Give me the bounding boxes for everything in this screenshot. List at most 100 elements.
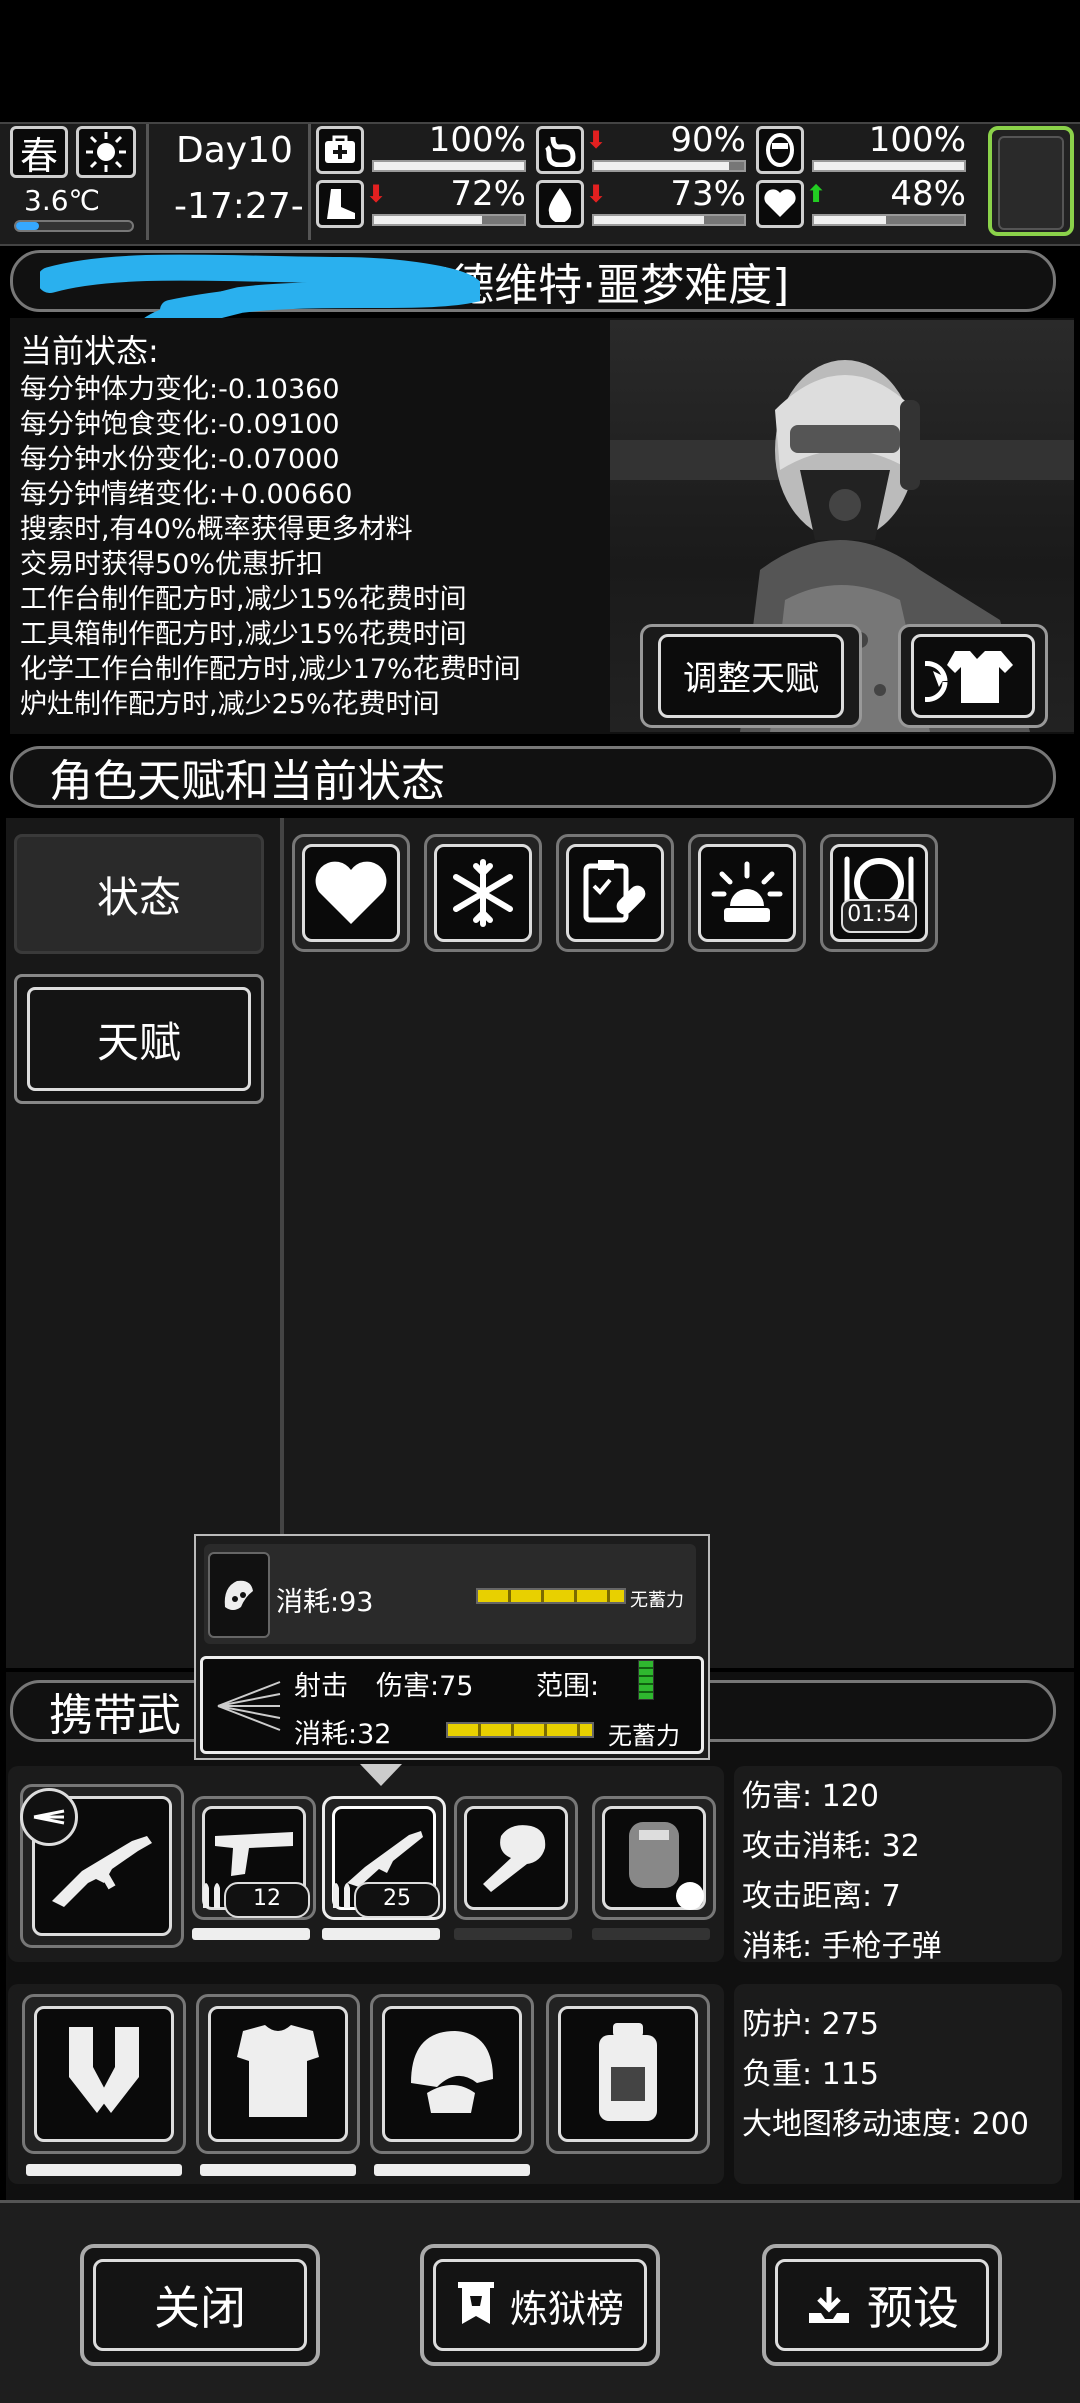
durability-bar [200,2164,356,2176]
heart-icon [756,180,804,228]
status-heading: 当前状态: [20,332,159,370]
change-outfit-button[interactable] [898,624,1048,728]
ranking-button[interactable]: 炼狱榜 [420,2244,660,2366]
status-effect-line: 工作台制作配方时,减少15%花费时间 [20,584,467,615]
status-effect-line: 交易时获得50%优惠折扣 [20,549,324,580]
tooltip-row2-charge: 无蓄力 [608,1722,680,1750]
weapon-stats-panel: 伤害: 120 攻击消耗: 32 攻击距离: 7 消耗: 手枪子弹 [734,1766,1062,1964]
durability-bar [454,1928,572,1940]
talent-section-header: 角色天赋和当前状态 [10,746,1056,808]
fist-icon [471,1816,561,1900]
status-effect-line: 工具箱制作配方时,减少15%花费时间 [20,619,467,650]
tooltip-row1-cost: 消耗:93 [276,1587,374,1618]
armor-stat: 负重: 115 [742,2057,879,2092]
helmet-icon [397,2017,507,2131]
snowflake-icon [452,858,513,927]
tab-talent[interactable]: 天赋 [14,974,264,1104]
adjust-talent-label: 调整天赋 [683,659,819,700]
season-label: 春 [19,133,58,178]
talent-section-title: 角色天赋和当前状态 [49,756,445,807]
tooltip-row2-damage: 伤害:75 [376,1671,474,1702]
tooltip-pointer [360,1764,402,1786]
status-effect-heart[interactable] [292,834,410,952]
status-effect-line: 炉灶制作配方时,减少25%花费时间 [20,689,440,720]
status-effect-alarm[interactable] [688,834,806,952]
durability-bar [192,1928,310,1940]
medicine-icon [583,859,646,923]
weather-sun-icon [76,126,136,178]
durability-bar [322,1928,440,1940]
stat-value: 48% [890,174,966,214]
bullet-icon [200,1876,224,1910]
armor-stats-panel: 防护: 275 负重: 115 大地图移动速度: 200 [734,1984,1062,2184]
alarm-icon [711,861,783,922]
kick-attack-icon [208,1552,270,1638]
heart-icon [315,861,387,924]
durability-bar [26,2164,182,2176]
effects-list: 每分钟体力变化:-0.10360 每分钟饱食变化:-0.09100 每分钟水份变化:… [20,372,620,722]
armor-slot[interactable] [546,1994,710,2154]
armor-stat: 防护: 275 [742,2007,879,2042]
stat-value: 73% [670,174,746,214]
shield-badge-icon [676,1882,704,1910]
status-effect-cold[interactable] [424,834,542,952]
armor-stat: 大地图移动速度: 200 [742,2107,1029,2142]
durability-bar [374,2164,530,2176]
weapon-stat: 伤害: 120 [742,1779,879,1814]
status-effect-line: 搜索时,有40%概率获得更多材料 [20,514,413,545]
weapon-stat: 攻击消耗: 32 [742,1829,920,1864]
divider [146,124,149,240]
stat-bar [812,160,966,172]
tooltip-row1-charge: 无蓄力 [630,1590,684,1611]
tab-talent-label: 天赋 [96,1017,181,1067]
stat-value: 100% [868,120,966,160]
preset-button-label: 预设 [867,2281,959,2335]
backpack-icon [573,2017,683,2131]
stat-value: 90% [670,120,746,160]
weapon-stat: 消耗: 手枪子弹 [742,1929,942,1964]
status-effect-medicine[interactable] [556,834,674,952]
banner-icon [457,2282,494,2324]
body-armor-icon [223,2017,333,2131]
stomach-icon [536,126,584,174]
stat-bar [592,160,746,172]
close-button[interactable]: 关闭 [80,2244,320,2366]
status-effect-line: 每分钟水份变化:-0.07000 [20,444,340,475]
minimap-button[interactable] [988,126,1074,236]
range-indicator [638,1660,654,1700]
status-effect-line: 每分钟体力变化:-0.10360 [20,374,340,405]
bullet-icon [330,1876,354,1910]
weapon-stat: 攻击距离: 7 [742,1879,901,1914]
gauntlets-icon [49,2017,159,2131]
tooltip-row2-cost: 消耗:32 [294,1719,392,1750]
durability-bar [592,1928,710,1940]
ranking-button-label: 炼狱榜 [509,2286,624,2331]
water-drop-icon [536,180,584,228]
status-effect-meal[interactable]: 01:54 [820,834,938,952]
shield-icon [756,126,804,174]
divider [308,124,311,240]
adjust-talent-button[interactable]: 调整天赋 [640,624,862,728]
stat-value: 100% [428,120,526,160]
stat-bar [372,214,526,226]
boot-icon [316,180,364,228]
weapons-section-title: 携带武 [49,1690,181,1741]
tab-status[interactable]: 状态 [14,834,264,954]
character-name-title: [德维特·噩梦难度] [433,260,790,311]
close-button-label: 关闭 [154,2281,246,2335]
armor-slot[interactable] [370,1994,534,2154]
meal-timer: 01:54 [840,899,918,934]
status-effect-line: 每分钟情绪变化:+0.00660 [20,479,353,510]
stat-bar [812,214,966,226]
time-label: -17:27- [174,186,304,227]
weapon-slot[interactable] [454,1796,578,1920]
armor-slot[interactable] [196,1994,360,2154]
stat-bar [372,160,526,172]
armor-slot[interactable] [22,1994,186,2154]
day-label: Day10 [176,130,293,171]
ammo-count: 12 [224,1882,310,1918]
outfit-swap-icon [924,650,1013,703]
preset-button[interactable]: 预设 [762,2244,1002,2366]
shoot-attack-icon [217,1681,281,1731]
fire-mode-badge-icon [20,1788,78,1846]
